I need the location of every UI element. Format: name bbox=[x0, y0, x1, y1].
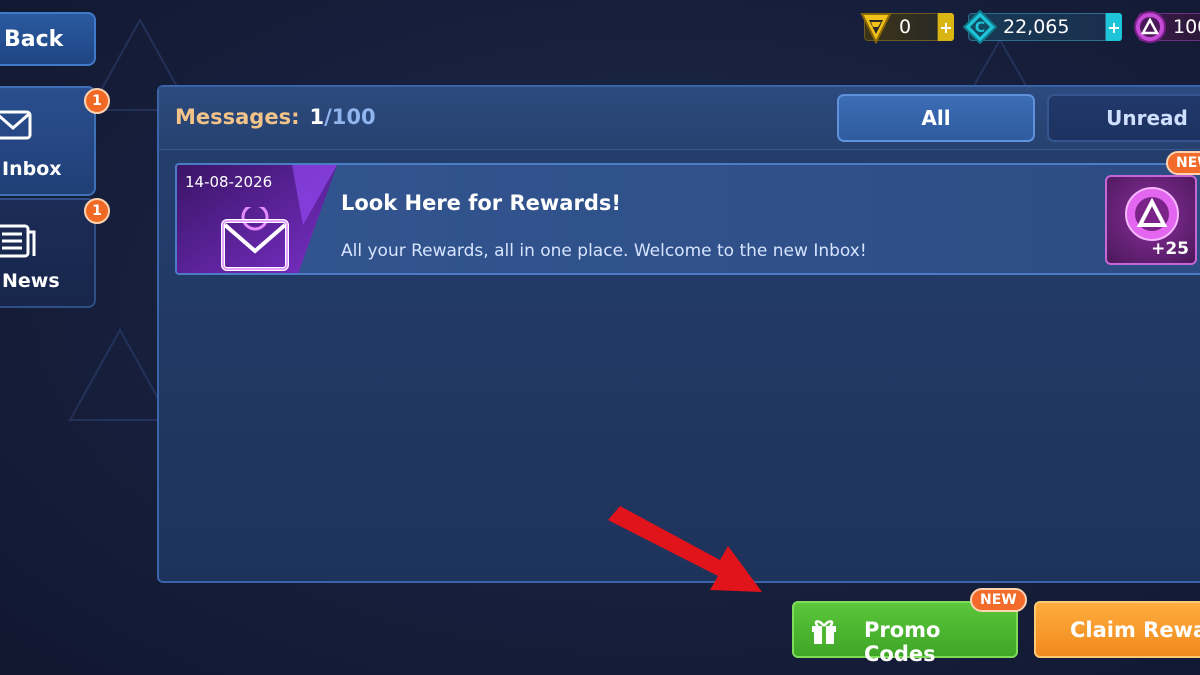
envelope-icon bbox=[0, 108, 34, 148]
message-date: 14-08-2026 bbox=[185, 173, 273, 191]
reward-tile: +25 bbox=[1105, 175, 1197, 265]
svg-text:C: C bbox=[975, 20, 985, 36]
messages-label: Messages: bbox=[175, 105, 300, 129]
coin-icon: C bbox=[962, 9, 998, 49]
gift-icon bbox=[810, 616, 838, 651]
sidebar-item-inbox-label: Inbox bbox=[2, 158, 62, 180]
message-new-badge: NEW bbox=[1166, 151, 1200, 175]
tab-unread[interactable]: Unread bbox=[1047, 94, 1200, 142]
reward-amount: +25 bbox=[1151, 239, 1189, 259]
tier-currency-display: 0 + bbox=[860, 12, 954, 45]
messages-current-count: 1 bbox=[309, 105, 325, 129]
message-envelope-icon bbox=[217, 203, 293, 273]
message-count: Messages: 1/100 bbox=[175, 105, 376, 129]
message-body: All your Rewards, all in one place. Welc… bbox=[341, 241, 867, 261]
premium-reward-icon bbox=[1123, 185, 1181, 247]
red-arrow-indicator bbox=[608, 506, 762, 592]
premium-gem-icon bbox=[1133, 10, 1167, 49]
coins-value: 22,065 bbox=[1003, 16, 1070, 38]
back-button[interactable]: Back bbox=[0, 12, 96, 66]
promo-codes-label: Promo Codes bbox=[864, 618, 941, 666]
sidebar-item-inbox[interactable]: Inbox bbox=[0, 86, 96, 196]
inbox-header: Messages: 1/100 All Unread bbox=[159, 87, 1200, 150]
news-count-badge: 1 bbox=[84, 198, 110, 224]
sidebar-item-news[interactable]: News bbox=[0, 198, 96, 308]
message-item[interactable]: 14-08-2026 Look Here for Rewards! All yo… bbox=[175, 163, 1200, 275]
premium-display: 100 bbox=[1134, 11, 1200, 43]
coins-display: C 22,065 + bbox=[962, 9, 1122, 45]
claim-rewards-button[interactable]: Claim Rewards bbox=[1034, 601, 1200, 658]
message-title: Look Here for Rewards! bbox=[341, 191, 621, 215]
sidebar-item-news-label: News bbox=[2, 270, 60, 292]
tab-all[interactable]: All bbox=[837, 94, 1035, 142]
inbox-count-badge: 1 bbox=[84, 88, 110, 114]
messages-total-count: /100 bbox=[324, 105, 376, 129]
premium-value: 100 bbox=[1173, 16, 1200, 38]
promo-new-badge: NEW bbox=[970, 588, 1027, 612]
tier-currency-value: 0 bbox=[899, 16, 912, 38]
tier-shield-icon bbox=[859, 10, 893, 49]
back-button-label: Back bbox=[4, 26, 64, 52]
claim-rewards-label: Claim Rewards bbox=[1070, 618, 1200, 642]
coins-add-button[interactable]: + bbox=[1106, 13, 1122, 41]
tier-currency-add-button[interactable]: + bbox=[938, 13, 954, 41]
newspaper-icon bbox=[0, 220, 36, 266]
